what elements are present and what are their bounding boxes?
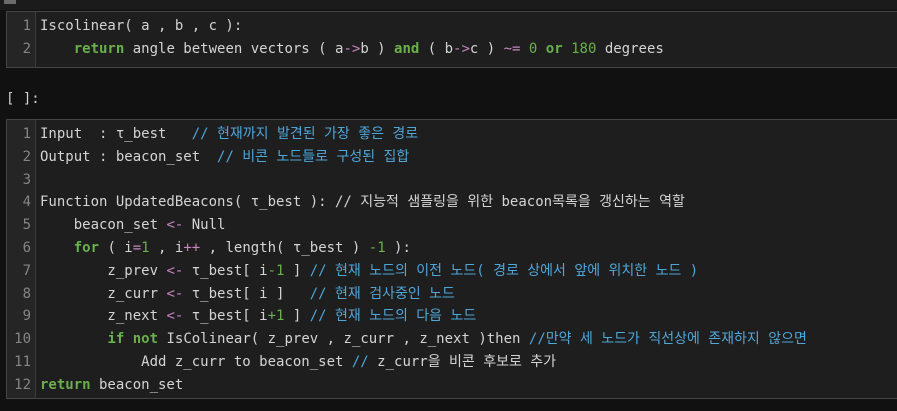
code-token: z_prev — [40, 262, 167, 279]
notebook-top-strip — [0, 0, 897, 10]
code-token: τ_best[ i — [183, 308, 268, 325]
code-token: Iscolinear( a , b , c ): — [40, 18, 243, 34]
previous-output-marker — [4, 0, 16, 4]
code-token: c ) — [469, 41, 504, 57]
code-number: 180 — [571, 41, 597, 57]
code-operator: -> — [453, 41, 470, 57]
code-comment: // — [351, 354, 369, 370]
code-token: b ) — [360, 41, 395, 57]
code-text: z_prev <- τ_best[ i-1 ] // 현재 노드의 이전 노드(… — [40, 260, 698, 283]
code-keyword: not — [132, 331, 159, 348]
line-number: 2 — [22, 148, 31, 165]
code-comment: // 현재 노드의 다음 노드 — [309, 308, 477, 325]
line-number: 5 — [22, 217, 31, 234]
code-token: ( i — [99, 240, 133, 256]
code-operator: <- — [166, 262, 184, 279]
code-token: degrees — [596, 41, 664, 57]
code-number: +1 — [267, 308, 285, 325]
code-operator: -> — [343, 41, 361, 57]
code-number: 1 — [141, 240, 150, 256]
line-number: 6 — [22, 240, 31, 256]
code-token: Add z_curr to beacon_set — [40, 354, 352, 370]
code-token: z_curr을 비콘 후보로 추가 — [368, 354, 557, 370]
code-token: beacon_set — [40, 217, 167, 234]
code-comment: // 현재까지 발견된 가장 좋은 경로 — [191, 126, 419, 142]
line-number: 4 — [22, 194, 31, 211]
line-number: 8 — [22, 285, 31, 302]
cell-execution-prompt: [ ]: — [6, 91, 40, 107]
code-text: return beacon_set — [40, 374, 183, 397]
code-cell-iscolinear[interactable]: 1 Iscolinear( a , b , c ): 2 return angle … — [6, 11, 897, 68]
code-token: τ_best[ i ] — [183, 285, 310, 302]
code-operator: ~= — [503, 41, 521, 57]
line-number: 12 — [14, 376, 31, 393]
code-comment: // 현재 검사중인 노드 — [309, 285, 455, 302]
line-number: 1 — [22, 126, 31, 142]
code-token: Output : beacon_set — [40, 148, 218, 165]
code-cell-updated-beacons[interactable]: 1 Input : τ_best // 현재까지 발견된 가장 좋은 경로 2 Out… — [6, 119, 897, 399]
code-text: Input : τ_best // 현재까지 발견된 가장 좋은 경로 — [40, 123, 418, 146]
code-number: -1 — [267, 262, 285, 279]
code-keyword: return — [40, 376, 91, 393]
code-comment: // 현재 노드의 이전 노드( 경로 상에서 앞에 위치한 노드 ) — [309, 262, 699, 279]
line-number: 10 — [14, 331, 31, 348]
code-text: if not IsColinear( z_prev , z_curr , z_n… — [40, 328, 807, 351]
code-keyword: and — [394, 41, 420, 57]
code-token: , length( τ_best ) — [200, 240, 369, 256]
code-token: τ_best[ i — [183, 262, 268, 279]
code-keyword: for — [73, 240, 100, 256]
code-text: Add z_curr to beacon_set // z_curr을 비콘 후… — [40, 351, 556, 374]
code-text: Function UpdatedBeacons( τ_best ): // 지능… — [40, 191, 685, 214]
code-token: ] — [284, 308, 310, 325]
code-token: angle between vectors ( a — [124, 41, 344, 57]
code-keyword: if — [107, 331, 125, 348]
code-operator: <- — [166, 285, 184, 302]
code-token: ( b — [419, 41, 454, 57]
code-token: Null — [183, 217, 226, 234]
line-number: 3 — [22, 171, 31, 188]
code-comment: // 비콘 노드들로 구성된 집합 — [217, 148, 410, 165]
line-number: 9 — [22, 308, 31, 325]
line-number: 2 — [22, 41, 31, 57]
line-number: 7 — [22, 262, 31, 279]
line-number: 11 — [14, 354, 31, 370]
code-token: Input : τ_best — [40, 126, 192, 142]
code-token: beacon_set — [90, 376, 184, 393]
code-token: z_curr — [40, 285, 167, 302]
code-keyword: or — [545, 41, 563, 57]
code-operator: = — [132, 240, 142, 256]
code-text: Output : beacon_set // 비콘 노드들로 구성된 집합 — [40, 146, 409, 169]
code-text: z_curr <- τ_best[ i ] // 현재 검사중인 노드 — [40, 283, 455, 306]
code-number: -1 — [368, 240, 386, 256]
line-number: 1 — [22, 18, 31, 34]
code-text: beacon_set <- Null — [40, 214, 226, 237]
code-token: Function UpdatedBeacons( τ_best ): // 지능… — [40, 194, 685, 211]
code-token: ): — [385, 240, 411, 256]
code-operator: <- — [166, 308, 184, 325]
code-text: Iscolinear( a , b , c ): — [40, 15, 242, 38]
code-operator: <- — [166, 217, 184, 234]
code-text: z_next <- τ_best[ i+1 ] // 현재 노드의 다음 노드 — [40, 305, 476, 328]
code-text: for ( i=1 , i++ , length( τ_best ) -1 ): — [40, 237, 411, 260]
code-keyword: return — [73, 41, 125, 57]
code-token: IsColinear( z_prev , z_curr , z_next )th… — [158, 331, 529, 348]
code-text: return angle between vectors ( a->b ) an… — [40, 38, 664, 61]
code-token: ] — [284, 262, 310, 279]
code-comment: //만약 세 노드가 직선상에 존재하지 않으면 — [528, 331, 807, 348]
code-operator: ++ — [183, 240, 201, 256]
code-token: , i — [149, 240, 184, 256]
code-token: z_next — [40, 308, 167, 325]
